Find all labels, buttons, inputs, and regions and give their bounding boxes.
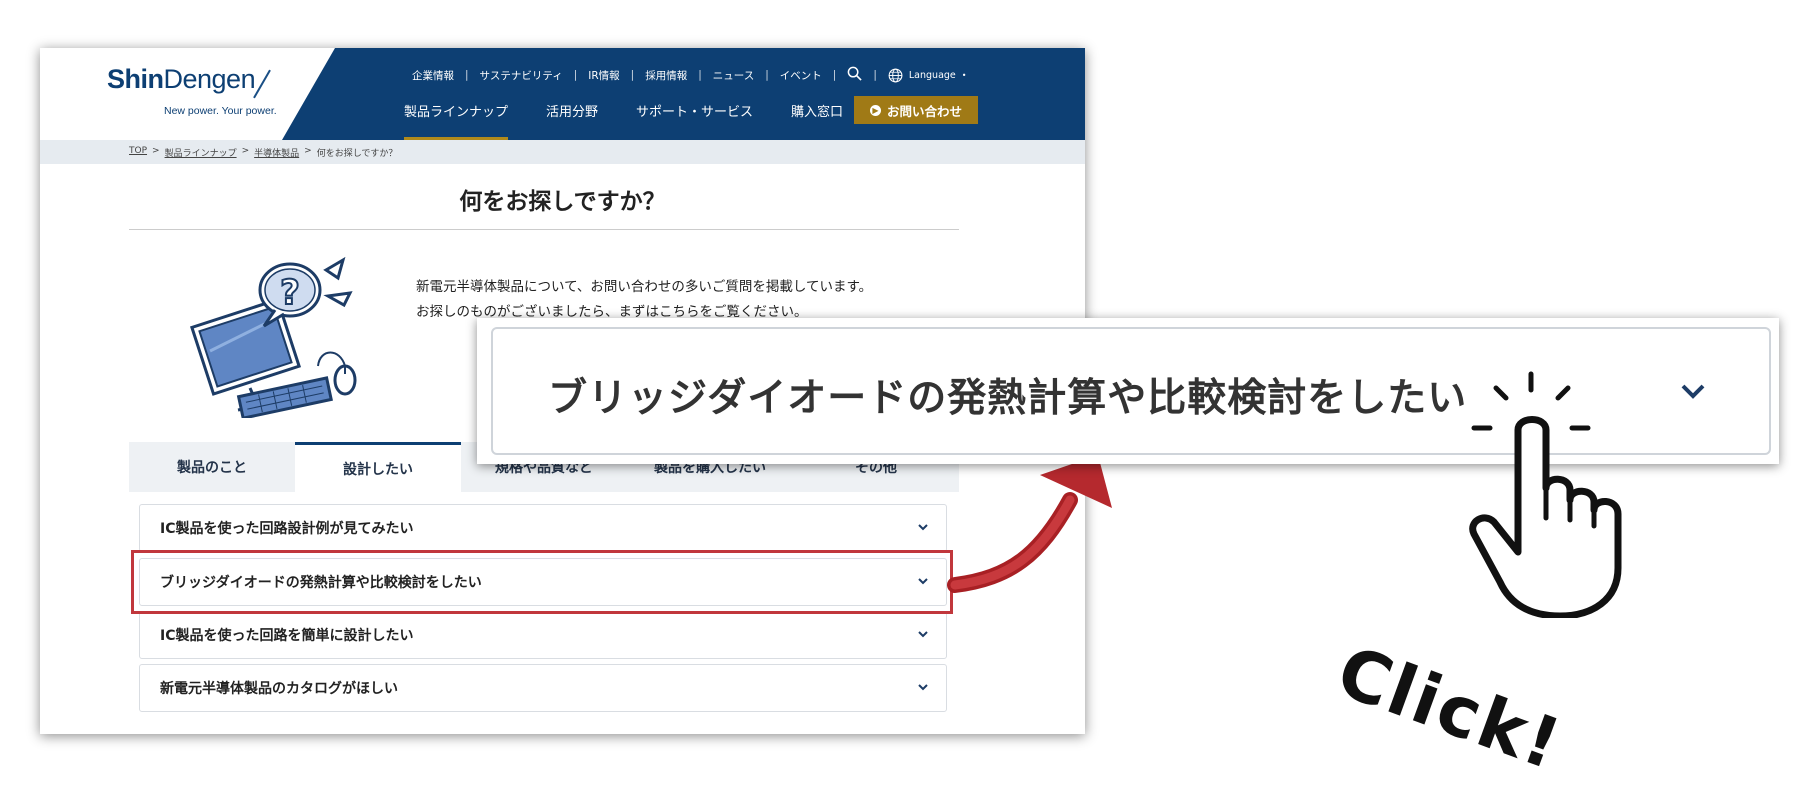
- pointing-hand-icon: [1460, 368, 1650, 622]
- chevron-down-icon: [1681, 384, 1705, 399]
- zoomed-faq-label: ブリッジダイオードの発熱計算や比較検討をしたい: [548, 376, 1468, 421]
